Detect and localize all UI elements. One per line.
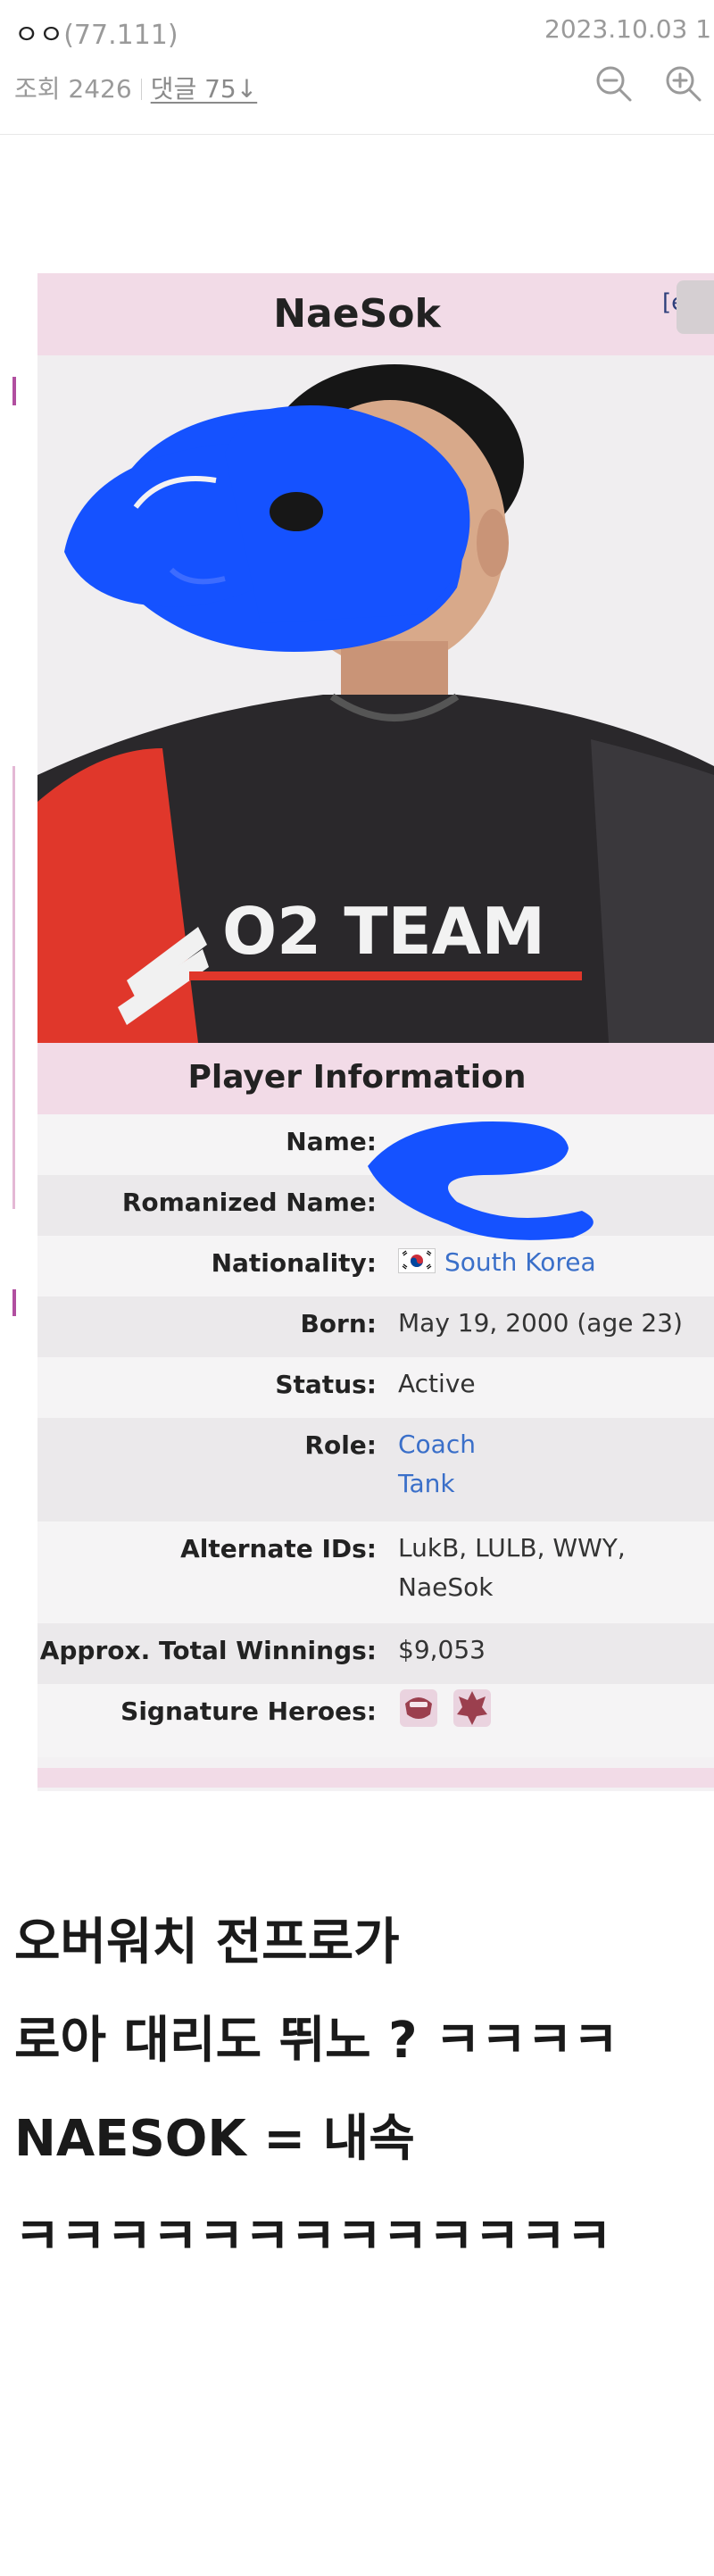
row-label: Status: bbox=[275, 1370, 377, 1399]
author-name: ㅇㅇ bbox=[14, 20, 64, 51]
table-row: Role: Coach Tank bbox=[37, 1418, 714, 1521]
row-value: South Korea bbox=[398, 1243, 596, 1282]
table-row: Alternate IDs: LukB, LULB, WWY, NaeSok bbox=[37, 1521, 714, 1623]
wiki-infobox-image: NaeSok [e] O2 TEAM bbox=[37, 273, 714, 1791]
row-value bbox=[398, 1688, 505, 1729]
row-value: Active bbox=[398, 1369, 476, 1398]
author[interactable]: ㅇㅇ(77.111) bbox=[14, 13, 178, 52]
row-label: Approx. Total Winnings: bbox=[39, 1636, 377, 1665]
nationality-link[interactable]: South Korea bbox=[444, 1247, 596, 1277]
post-stats: 조회 2426 댓글 75↓ bbox=[14, 70, 257, 105]
side-marker bbox=[12, 766, 15, 1209]
table-row: Signature Heroes: bbox=[37, 1684, 714, 1757]
divider bbox=[140, 79, 142, 100]
role-link-tank[interactable]: Tank bbox=[398, 1464, 476, 1504]
table-row: Approx. Total Winnings: $9,053 bbox=[37, 1623, 714, 1684]
post-text-line: NAESOK = 내속 bbox=[14, 2110, 415, 2168]
comment-count-link[interactable]: 댓글 75↓ bbox=[151, 74, 258, 104]
alt-ids-line: NaeSok bbox=[398, 1572, 494, 1602]
row-label: Romanized Name: bbox=[121, 1188, 377, 1217]
row-label: Nationality: bbox=[211, 1248, 377, 1278]
post-text-line: ㅋㅋㅋㅋㅋㅋㅋㅋㅋㅋㅋㅋㅋ bbox=[14, 2208, 612, 2266]
post-text-line: 오버워치 전프로가 bbox=[14, 1913, 400, 1972]
doomfist-hero-icon[interactable] bbox=[452, 1688, 493, 1729]
author-ip: (77.111) bbox=[63, 20, 178, 51]
shirt-text: O2 TEAM bbox=[222, 894, 545, 969]
player-photo: O2 TEAM bbox=[37, 355, 714, 1043]
row-label: Born: bbox=[300, 1309, 377, 1338]
table-row: Born: May 19, 2000 (age 23) bbox=[37, 1296, 714, 1357]
row-value: LukB, LULB, WWY, NaeSok bbox=[398, 1529, 626, 1607]
table-row: Status: Active bbox=[37, 1357, 714, 1418]
alt-ids-line: LukB, LULB, WWY, bbox=[398, 1533, 626, 1563]
row-label: Role: bbox=[304, 1430, 377, 1460]
row-label: Alternate IDs: bbox=[180, 1534, 377, 1563]
side-marker bbox=[12, 1289, 16, 1316]
row-value: $9,053 bbox=[398, 1635, 486, 1664]
row-value: Coach Tank bbox=[398, 1425, 476, 1504]
section-title: Player Information bbox=[187, 1059, 527, 1096]
post-date: 2023.10.03 1 bbox=[544, 14, 712, 44]
row-label: Signature Heroes: bbox=[120, 1696, 377, 1726]
infobox-title: NaeSok bbox=[273, 291, 441, 337]
row-value: May 19, 2000 (age 23) bbox=[398, 1308, 683, 1338]
south-korea-flag-icon bbox=[398, 1248, 436, 1273]
zoom-out-icon[interactable] bbox=[594, 64, 634, 104]
zoom-in-icon[interactable] bbox=[664, 64, 703, 104]
post-header: ㅇㅇ(77.111) 2023.10.03 1 조회 2426 댓글 75↓ bbox=[0, 0, 714, 135]
winston-hero-icon[interactable] bbox=[398, 1688, 439, 1729]
edit-tab[interactable] bbox=[677, 280, 714, 334]
redaction-scribble bbox=[368, 1121, 594, 1240]
bottom-bar bbox=[37, 1768, 714, 1788]
view-count: 조회 2426 bbox=[14, 74, 132, 104]
role-link-coach[interactable]: Coach bbox=[398, 1425, 476, 1464]
post-text-line: 로아 대리도 뛰노 ? ㅋㅋㅋㅋ bbox=[14, 2012, 619, 2070]
side-marker bbox=[12, 377, 16, 405]
